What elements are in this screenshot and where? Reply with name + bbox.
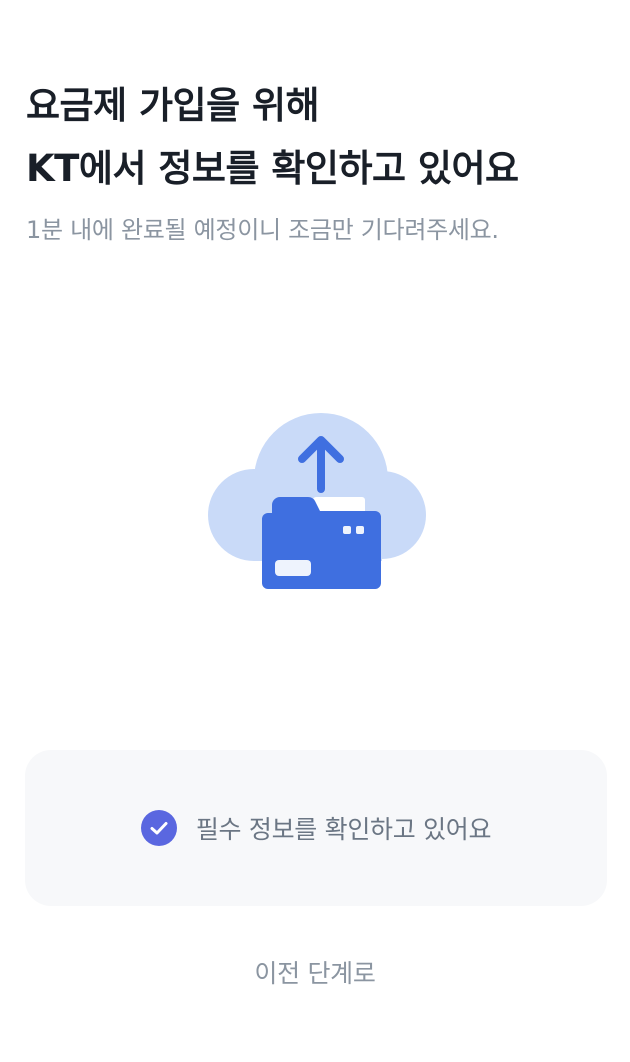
check-circle-icon — [140, 810, 177, 846]
back-button[interactable]: 이전 단계로 — [0, 952, 630, 996]
page-title-line2: KT에서 정보를 확인하고 있어요 — [26, 147, 519, 190]
status-card: 필수 정보를 확인하고 있어요 — [25, 750, 607, 906]
cloud-upload-folder-icon — [200, 405, 432, 600]
page-subtitle: 1분 내에 완료될 예정이니 조금만 기다려주세요. — [26, 216, 499, 244]
status-text: 필수 정보를 확인하고 있어요 — [195, 815, 492, 844]
page-title: 요금제 가입을 위해 KT에서 정보를 확인하고 있어요 — [26, 74, 606, 200]
page-title-line1: 요금제 가입을 위해 — [26, 84, 320, 127]
status-row: 필수 정보를 확인하고 있어요 — [140, 810, 492, 846]
